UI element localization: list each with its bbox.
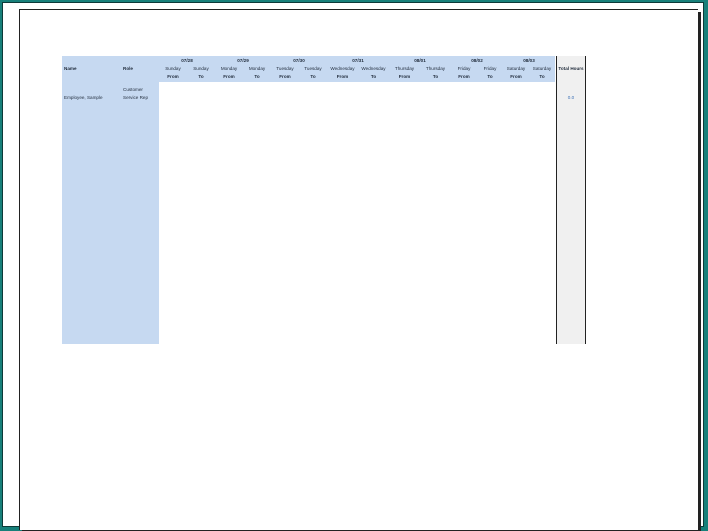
from-label: From bbox=[510, 74, 522, 79]
day-label: Sunday bbox=[165, 66, 181, 71]
page-preview: 07/28 07/29 07/30 07/31 08/01 08/02 08/0… bbox=[19, 9, 698, 530]
day-label: Thursday bbox=[425, 66, 446, 71]
window-frame: 07/28 07/29 07/30 07/31 08/01 08/02 08/0… bbox=[2, 2, 704, 530]
to-label: To bbox=[370, 74, 377, 79]
to-label: To bbox=[487, 74, 493, 79]
role-cell-line1: Customer bbox=[123, 87, 143, 92]
total-hours-cell: 0.0 bbox=[567, 95, 575, 100]
schedule-sheet: 07/28 07/29 07/30 07/31 08/01 08/02 08/0… bbox=[62, 56, 586, 344]
day-label: Monday bbox=[248, 66, 266, 71]
to-label: To bbox=[254, 74, 260, 79]
from-label: From bbox=[458, 74, 470, 79]
date-label: 07/31 bbox=[352, 58, 364, 63]
total-hours-header: Total Hours bbox=[558, 66, 584, 71]
day-label: Saturday bbox=[532, 66, 552, 71]
to-label: To bbox=[310, 74, 316, 79]
employee-name-cell: Employee, Sample bbox=[64, 95, 103, 100]
day-label: Thursday bbox=[394, 66, 415, 71]
day-label: Saturday bbox=[506, 66, 526, 71]
day-label: Friday bbox=[483, 66, 497, 71]
from-label: From bbox=[336, 74, 349, 79]
to-label: To bbox=[198, 74, 204, 79]
from-label: From bbox=[279, 74, 291, 79]
day-label: Wednesday bbox=[361, 66, 386, 71]
date-label: 07/29 bbox=[237, 58, 249, 63]
to-label: To bbox=[432, 74, 439, 79]
date-label: 08/01 bbox=[414, 58, 426, 63]
day-label: Wednesday bbox=[330, 66, 355, 71]
name-header: Name bbox=[64, 66, 77, 71]
from-label: From bbox=[223, 74, 235, 79]
day-label: Tuesday bbox=[304, 66, 322, 71]
day-label: Monday bbox=[220, 66, 238, 71]
date-label: 07/30 bbox=[293, 58, 305, 63]
day-label: Sunday bbox=[193, 66, 209, 71]
date-label: 07/28 bbox=[181, 58, 193, 63]
role-cell-line2: Service Rep bbox=[123, 95, 149, 100]
from-label: From bbox=[167, 74, 179, 79]
day-label: Friday bbox=[457, 66, 471, 71]
date-label: 08/03 bbox=[523, 58, 535, 63]
from-label: From bbox=[398, 74, 411, 79]
date-label: 08/02 bbox=[471, 58, 483, 63]
to-label: To bbox=[539, 74, 545, 79]
day-label: Tuesday bbox=[276, 66, 294, 71]
role-header: Role bbox=[123, 66, 133, 71]
